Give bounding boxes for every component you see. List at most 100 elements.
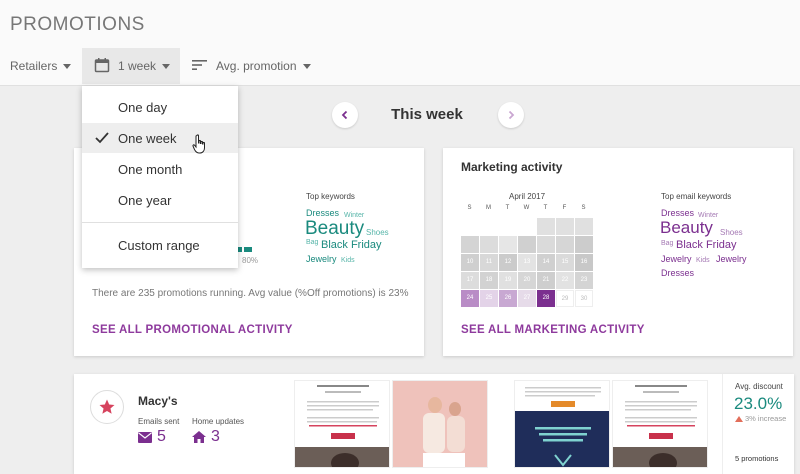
chevron-left-icon <box>341 110 348 120</box>
calendar-day[interactable]: 12 <box>499 254 517 271</box>
menu-item-custom-range[interactable]: Custom range <box>82 230 238 260</box>
keyword[interactable]: Beauty <box>660 218 713 238</box>
calendar-month: April 2017 <box>509 192 546 201</box>
top-email-keywords-heading: Top email keywords <box>661 192 732 201</box>
see-all-marketing-link[interactable]: SEE ALL MARKETING ACTIVITY <box>461 324 645 336</box>
page-title: PROMOTIONS <box>10 14 145 35</box>
retailer-name: Macy's <box>138 394 178 408</box>
week-navigation: This week <box>330 102 524 128</box>
calendar-day[interactable]: 30 <box>575 290 593 307</box>
keyword[interactable]: Dresses <box>306 208 339 218</box>
keyword[interactable]: Beauty <box>305 218 364 240</box>
header: PROMOTIONS Retailers 1 week Avg. promoti… <box>0 0 800 86</box>
home-updates-value: 3 <box>211 428 220 445</box>
keyword[interactable]: Kids <box>341 257 355 264</box>
menu-item-one-day[interactable]: One day <box>82 92 238 122</box>
time-range-label: 1 week <box>118 59 157 73</box>
calendar-day[interactable] <box>461 236 479 253</box>
calendar-day[interactable]: 20 <box>518 272 536 289</box>
home-updates-stat: 3 <box>192 428 220 446</box>
keyword[interactable]: Black Friday <box>676 239 737 251</box>
calendar-day[interactable] <box>575 236 593 253</box>
calendar-day[interactable]: 17 <box>461 272 479 289</box>
menu-item-one-month[interactable]: One month <box>82 154 238 184</box>
retailer-row[interactable]: Macy's Emails sent 5 Home updates 3 Avg.… <box>74 374 794 474</box>
promotions-summary: There are 235 promotions running. Avg va… <box>92 288 409 299</box>
hand-cursor-icon <box>192 134 208 159</box>
calendar-dow: T <box>505 205 510 211</box>
menu-divider <box>82 222 238 223</box>
email-thumbnail[interactable] <box>612 380 708 468</box>
calendar-dow: S <box>581 205 586 211</box>
retailer-logo <box>90 390 124 424</box>
calendar-day[interactable]: 19 <box>499 272 517 289</box>
calendar-dow: W <box>523 205 530 211</box>
chevron-down-icon <box>162 63 171 69</box>
menu-item-label: One week <box>118 130 177 146</box>
calendar-day[interactable] <box>575 218 593 235</box>
calendar-day[interactable]: 22 <box>556 272 574 289</box>
keyword[interactable]: Shoes <box>366 228 389 237</box>
top-keywords-heading: Top keywords <box>306 192 355 201</box>
calendar-dow: T <box>543 205 548 211</box>
keyword[interactable]: Bag <box>661 240 673 247</box>
keyword[interactable]: Dresses <box>661 268 694 278</box>
avg-discount-value: 23.0% <box>734 394 783 413</box>
calendar-day[interactable]: 13 <box>518 254 536 271</box>
calendar-day[interactable]: 11 <box>480 254 498 271</box>
calendar-day[interactable]: 28 <box>537 290 555 307</box>
calendar-day[interactable]: 26 <box>499 290 517 307</box>
email-thumbnail[interactable] <box>294 380 390 468</box>
calendar-day[interactable] <box>480 236 498 253</box>
menu-item-one-year[interactable]: One year <box>82 185 238 215</box>
see-all-promotional-link[interactable]: SEE ALL PROMOTIONAL ACTIVITY <box>92 324 293 336</box>
calendar-dow: S <box>467 205 472 211</box>
calendar-day[interactable]: 18 <box>480 272 498 289</box>
retailers-filter[interactable]: Retailers <box>10 48 72 84</box>
keyword[interactable]: Kids <box>696 257 710 264</box>
sort-label: Avg. promotion <box>216 59 297 73</box>
keyword[interactable]: Jewelry <box>306 254 337 264</box>
emails-sent-value: 5 <box>157 428 166 445</box>
calendar-day[interactable] <box>518 236 536 253</box>
calendar-day[interactable] <box>537 218 555 235</box>
email-thumbnail[interactable] <box>392 380 488 468</box>
calendar-day[interactable]: 23 <box>575 272 593 289</box>
marketing-title: Marketing activity <box>461 160 563 174</box>
promotions-count: 5 promotions <box>735 454 779 463</box>
keyword[interactable]: Bag <box>306 239 318 246</box>
calendar-day[interactable]: 25 <box>480 290 498 307</box>
menu-item-label: One year <box>118 192 172 208</box>
keyword[interactable]: Black Friday <box>321 239 382 251</box>
retailers-label: Retailers <box>10 59 58 73</box>
keyword[interactable]: Jewelry <box>716 254 747 264</box>
calendar-day[interactable]: 10 <box>461 254 479 271</box>
calendar-day[interactable]: 15 <box>556 254 574 271</box>
menu-item-one-week[interactable]: One week <box>82 123 238 153</box>
calendar-day[interactable] <box>556 236 574 253</box>
email-thumbnail[interactable] <box>514 380 610 468</box>
calendar-day[interactable] <box>499 236 517 253</box>
menu-item-label: Custom range <box>118 237 200 253</box>
calendar-day[interactable]: 16 <box>575 254 593 271</box>
check-icon <box>94 130 110 149</box>
calendar-day[interactable]: 29 <box>556 290 574 307</box>
home-icon <box>192 431 206 443</box>
increase-text: 3% increase <box>745 414 787 423</box>
calendar-day[interactable]: 14 <box>537 254 555 271</box>
keyword[interactable]: Dresses <box>661 208 694 218</box>
avg-discount-panel: Avg. discount 23.0% 3% increase 5 promot… <box>722 374 794 474</box>
previous-week-button[interactable] <box>332 102 358 128</box>
avg-discount-label: Avg. discount <box>735 382 783 391</box>
calendar-day[interactable]: 27 <box>518 290 536 307</box>
time-range-filter[interactable]: 1 week <box>82 48 180 84</box>
next-week-button[interactable] <box>498 102 524 128</box>
keyword[interactable]: Jewelry <box>661 254 692 264</box>
calendar-day[interactable] <box>537 236 555 253</box>
sort-filter[interactable]: Avg. promotion <box>192 48 311 84</box>
calendar-day[interactable]: 21 <box>537 272 555 289</box>
calendar-day[interactable]: 24 <box>461 290 479 307</box>
mail-icon <box>138 431 152 443</box>
calendar-day[interactable] <box>556 218 574 235</box>
keyword[interactable]: Shoes <box>720 228 743 237</box>
